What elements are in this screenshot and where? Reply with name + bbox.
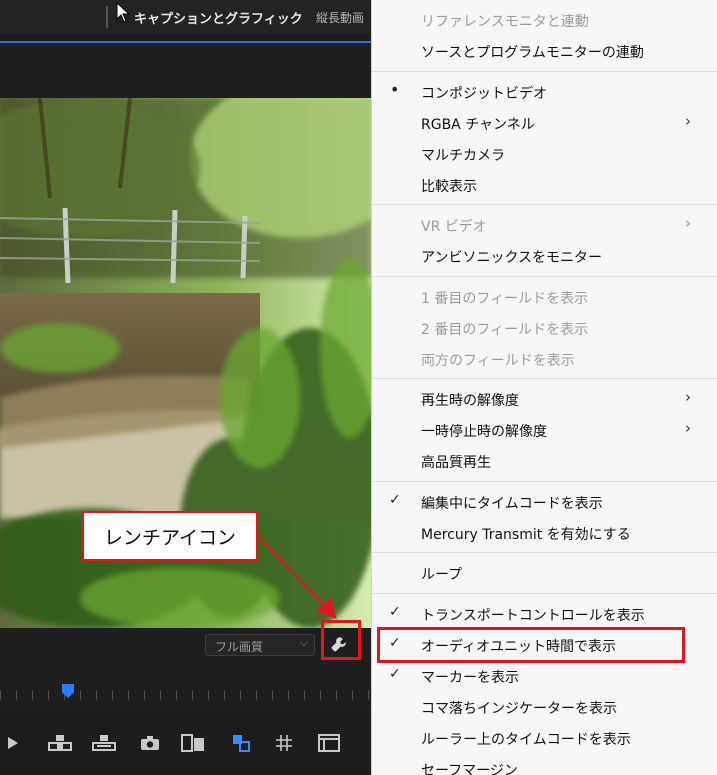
chevron-right-icon: ›	[685, 388, 691, 406]
menu-divider	[372, 276, 717, 277]
bullet-icon: •	[390, 80, 400, 99]
checkmark-icon: ✓	[389, 604, 401, 620]
menu-item-safe-margins[interactable]: セーフマージン	[372, 754, 717, 775]
menu-item-vr-video: VR ビデオ ›	[421, 214, 691, 235]
menu-divider	[372, 593, 717, 594]
chevron-right-icon: ›	[685, 419, 691, 437]
menu-divider	[372, 378, 717, 379]
menu-item-first-field: 1 番目のフィールドを表示	[421, 291, 589, 307]
chevron-right-icon: ›	[685, 214, 691, 232]
menu-item-comparison-view[interactable]: 比較表示	[372, 170, 717, 200]
menu-divider	[372, 204, 717, 205]
menu-item-show-dropped-frame-indicator[interactable]: コマ落ちインジケーターを表示	[372, 692, 717, 722]
insert-icon[interactable]	[47, 732, 73, 754]
menu-item-link-source-program[interactable]: ソースとプログラムモニターの連動	[372, 36, 717, 66]
time-ruler[interactable]	[0, 680, 372, 708]
menu-item-show-markers[interactable]: ✓ マーカーを表示	[372, 661, 717, 691]
menu-divider	[372, 481, 717, 482]
checkmark-icon: ✓	[389, 666, 401, 682]
menu-divider	[372, 71, 717, 72]
menu-item-rgba-channel[interactable]: RGBA チャンネル ›	[372, 108, 717, 138]
menu-item-playback-resolution[interactable]: 再生時の解像度 ›	[372, 384, 717, 414]
menu-divider	[372, 552, 717, 553]
panel-header	[0, 43, 380, 98]
wrench-highlight-box	[321, 620, 361, 660]
playback-quality-value: フル画質	[215, 640, 264, 654]
overwrite-icon[interactable]	[91, 732, 117, 754]
workspace-tab-captions-graphics[interactable]: キャプションとグラフィック	[134, 8, 303, 27]
menu-item-link-reference-monitor: リファレンスモニタと連動	[421, 14, 589, 30]
menu-item-multicam[interactable]: マルチカメラ	[372, 139, 717, 169]
menu-item-both-fields: 両方のフィールドを表示	[421, 353, 575, 369]
transport-bar	[0, 712, 372, 775]
menu-item-paused-resolution[interactable]: 一時停止時の解像度 ›	[372, 415, 717, 445]
callout-text: レンチアイコン	[103, 526, 237, 549]
play-icon[interactable]	[0, 732, 26, 754]
audio-units-highlight-box	[377, 627, 685, 663]
menu-item-show-transport-controls[interactable]: ✓ トランスポートコントロールを表示	[372, 599, 717, 629]
compare-view-icon[interactable]	[180, 732, 206, 754]
grid-icon[interactable]	[271, 732, 297, 754]
mouse-cursor-icon	[116, 2, 131, 23]
menu-item-show-ruler-timecode[interactable]: ルーラー上のタイムコードを表示	[372, 723, 717, 753]
callout-label: レンチアイコン	[82, 511, 258, 561]
menu-item-loop[interactable]: ループ	[372, 558, 717, 588]
toolbar-divider	[106, 6, 108, 28]
workspace-tab-vertical-video[interactable]: 縦長動画	[316, 9, 364, 26]
checkmark-icon: ✓	[389, 492, 401, 508]
chevron-right-icon: ›	[685, 112, 691, 130]
menu-item-show-timecode-editing[interactable]: ✓ 編集中にタイムコードを表示	[372, 487, 717, 517]
chevron-down-icon: ⌵	[299, 636, 308, 649]
menu-item-mercury-transmit[interactable]: Mercury Transmit を有効にする	[372, 518, 717, 548]
menu-item-monitor-ambisonics[interactable]: アンビソニックスをモニター	[372, 241, 717, 271]
menu-item-high-quality-playback[interactable]: 高品質再生	[372, 446, 717, 476]
playback-quality-select[interactable]: フル画質 ⌵	[205, 634, 315, 656]
menu-item-second-field: 2 番目のフィールドを表示	[421, 322, 589, 338]
film-icon[interactable]	[316, 732, 342, 754]
camera-icon[interactable]	[137, 732, 163, 754]
ruler-ticks	[0, 690, 372, 700]
menu-item-composite-video[interactable]: • コンポジットビデオ	[372, 77, 717, 107]
swap-icon[interactable]	[228, 732, 254, 754]
